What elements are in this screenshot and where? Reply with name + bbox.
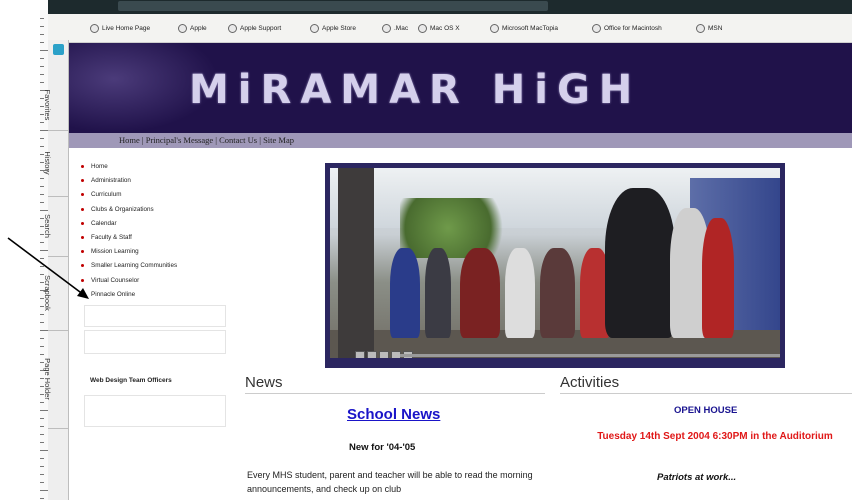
globe-icon [228,23,237,33]
top-nav-link[interactable]: Contact Us [219,135,257,145]
left-nav-link[interactable]: Home [72,160,234,174]
browser-title-bar [48,0,852,14]
school-photo-frame [325,163,785,368]
left-nav-link[interactable]: Calendar [72,217,234,231]
banner-title: MiRAMAR HiGH [189,67,642,113]
top-navigation: Home | Principal's Message | Contact Us … [69,133,852,148]
side-tab-label: Scrapbook [43,275,52,311]
left-nav-link[interactable]: Pinnacle Online [72,288,234,302]
news-subheading: New for '04-'05 [349,442,416,453]
favorite-label: MSN [708,24,723,32]
favorite-link[interactable]: MSN [696,22,722,34]
globe-icon [310,23,319,33]
left-sidebar-box [84,305,226,327]
globe-icon [490,23,499,33]
globe-icon [178,23,187,33]
favorite-link[interactable]: Apple Support [228,22,281,34]
explorer-bar-icon[interactable] [53,44,64,55]
news-heading: News [245,373,545,394]
school-banner: MiRAMAR HiGH [69,43,852,133]
favorite-link[interactable]: .Mac [382,22,408,34]
top-nav-link[interactable]: Site Map [263,135,294,145]
favorite-link[interactable]: Live Home Page [90,22,150,34]
activities-heading: Activities [560,373,852,394]
favorite-link[interactable]: Apple Store [310,22,356,34]
side-tab-favorites[interactable]: Favorites [43,80,68,131]
side-tab-page-holder[interactable]: Page Holder [43,330,68,429]
favorite-link[interactable]: Office for Macintosh [592,22,662,34]
side-tab-label: Search [43,214,52,238]
favorite-link[interactable]: Apple [178,22,207,34]
favorite-label: Live Home Page [102,24,151,32]
favorite-link[interactable]: Mac OS X [418,22,460,34]
globe-icon [696,23,705,33]
school-news-link[interactable]: School News [347,406,440,423]
globe-icon [418,23,427,33]
side-tab-scrapbook[interactable]: Scrapbook [43,256,68,331]
left-nav-link[interactable]: Administration [72,174,234,188]
favorite-label: Microsoft MacTopia [502,24,558,32]
left-nav-link[interactable]: Curriculum [72,188,234,202]
explorer-side-tabs: Favorites History Search Scrapbook Page Hold… [43,40,69,500]
favorite-label: Apple Store [322,24,356,32]
students-hallway-photo [330,168,780,358]
favorite-label: .Mac [394,24,409,32]
left-nav-link[interactable]: Smaller Learning Communities [72,259,234,273]
favorite-label: Apple Support [240,24,282,32]
photo-caption: Patriots at work... [657,472,737,483]
left-sidebar-box [84,330,226,354]
top-nav-link[interactable]: Principal's Message [146,135,213,145]
address-bar[interactable] [118,1,548,11]
slideshow-progress[interactable] [400,354,780,357]
left-nav-link[interactable]: Clubs & Organizations [72,203,234,217]
favorite-label: Office for Macintosh [604,24,662,32]
left-sidebar-box [84,395,226,427]
globe-icon [90,23,99,33]
side-tab-history[interactable]: History [43,130,68,197]
globe-icon [382,23,391,33]
left-nav-link[interactable]: Virtual Counselor [72,274,234,288]
left-nav-link[interactable]: Mission Learning [72,245,234,259]
favorite-link[interactable]: Microsoft MacTopia [490,22,558,34]
favorites-bar: Live Home Page Apple Apple Support Apple St… [48,14,852,43]
side-tab-search[interactable]: Search [43,196,68,257]
side-tab-label: Favorites [43,89,52,121]
favorite-label: Mac OS X [430,24,460,32]
side-tab-label: History [43,151,52,175]
side-tab-label: Page Holder [43,358,52,400]
left-navigation: Home Administration Curriculum Clubs & Orga… [72,160,234,302]
open-house-title: OPEN HOUSE [674,405,738,416]
left-nav-link[interactable]: Faculty & Staff [72,231,234,245]
top-nav-link[interactable]: Home [119,135,140,145]
news-body: Every MHS student, parent and teacher wi… [247,470,533,494]
web-design-team-heading: Web Design Team Officers [90,377,172,384]
globe-icon [592,23,601,33]
open-house-details: Tuesday 14th Sept 2004 6:30PM in the Aud… [597,431,833,442]
favorite-label: Apple [190,24,207,32]
